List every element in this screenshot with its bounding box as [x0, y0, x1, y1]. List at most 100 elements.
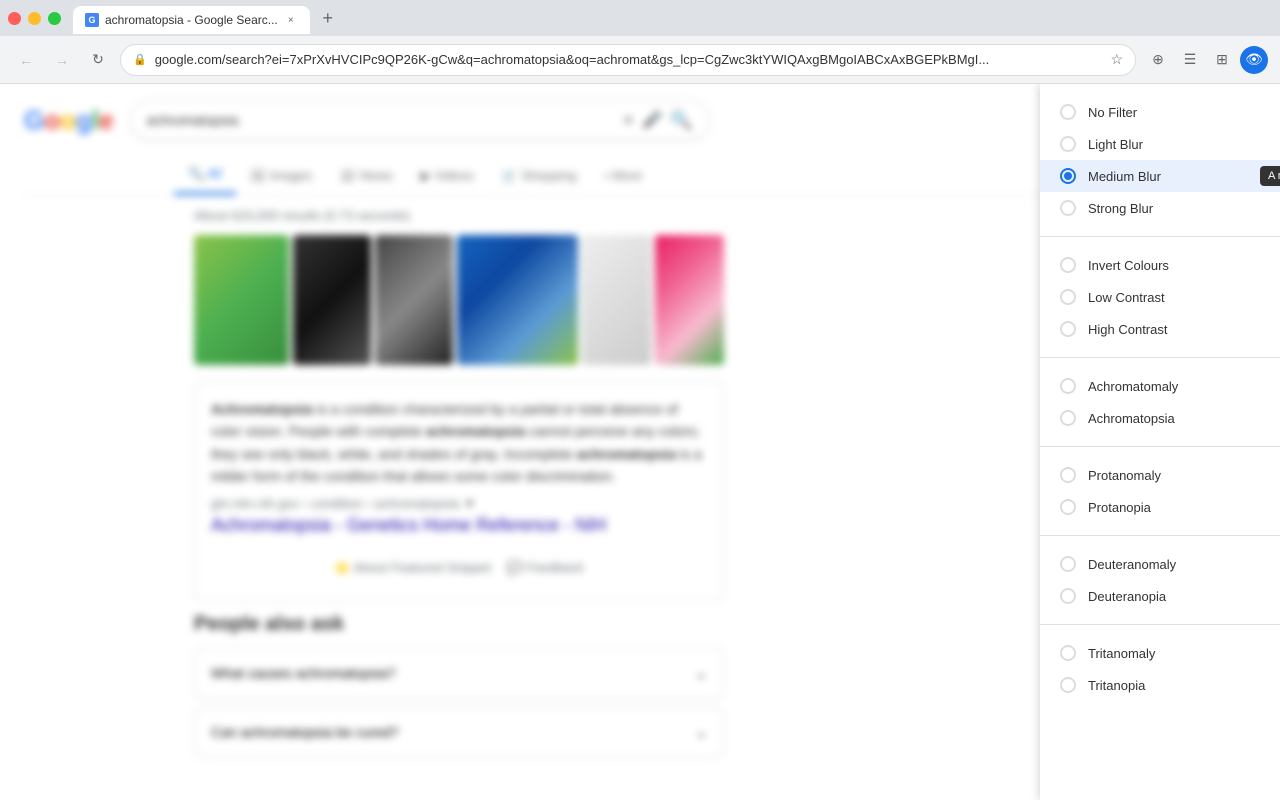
result-image-6	[655, 235, 724, 365]
toolbar-icons: ⊕ ☰ ⊞ 👁	[1144, 46, 1268, 74]
window-frame: G achromatopsia - Google Searc... × + ← …	[0, 0, 1280, 800]
protan-filter-section: Protanomaly Protanopia	[1040, 455, 1280, 527]
filter-radio-no-filter	[1060, 104, 1076, 120]
close-window-button[interactable]	[8, 12, 21, 25]
reload-button[interactable]: ↻	[84, 46, 112, 74]
filter-item-medium-blur[interactable]: Medium Blur A medium blur of	[1040, 160, 1280, 192]
window-controls	[8, 12, 61, 25]
filter-radio-achromatopsia	[1060, 410, 1076, 426]
filter-radio-protanomaly	[1060, 467, 1076, 483]
filter-label-tritanopia: Tritanopia	[1088, 678, 1145, 693]
result-image-2	[293, 235, 371, 365]
filter-item-low-contrast[interactable]: Low Contrast	[1040, 281, 1280, 313]
filter-item-light-blur[interactable]: Light Blur	[1040, 128, 1280, 160]
faq-item-1[interactable]: What causes achromatopsia? ⌄	[194, 648, 724, 699]
filter-radio-tritanomaly	[1060, 645, 1076, 661]
history-icon[interactable]: ☰	[1176, 46, 1204, 74]
maximize-window-button[interactable]	[48, 12, 61, 25]
tab-label: achromatopsia - Google Searc...	[105, 13, 278, 27]
tab-images[interactable]: 🖼 Images	[236, 156, 327, 195]
filter-radio-light-blur	[1060, 136, 1076, 152]
divider-5	[1040, 624, 1280, 625]
filter-item-achromatomaly[interactable]: Achromatomaly	[1040, 370, 1280, 402]
filter-item-high-contrast[interactable]: High Contrast	[1040, 313, 1280, 345]
new-tab-button[interactable]: +	[314, 4, 342, 32]
clear-search-icon[interactable]: ✕	[623, 112, 635, 129]
bookmark-icon[interactable]: ☆	[1110, 51, 1123, 68]
tab-more[interactable]: • More	[590, 156, 656, 195]
minimize-window-button[interactable]	[28, 12, 41, 25]
filter-radio-deuteranopia	[1060, 588, 1076, 604]
tritan-filter-section: Tritanomaly Tritanopia	[1040, 633, 1280, 705]
faq-question-2: Can achromatopsia be cured?	[211, 724, 399, 740]
google-logo: Google	[24, 105, 114, 136]
divider-4	[1040, 535, 1280, 536]
result-url: ghr.nlm.nih.gov › condition › achromatop…	[211, 496, 707, 511]
result-description: Achromatopsia is a condition characteriz…	[211, 398, 707, 488]
filter-item-protanopia[interactable]: Protanopia	[1040, 491, 1280, 523]
divider-3	[1040, 446, 1280, 447]
feedback-link[interactable]: 💬 Feedback	[507, 560, 584, 576]
tab-news[interactable]: 📰 News	[326, 156, 406, 195]
back-button[interactable]: ←	[12, 46, 40, 74]
filter-radio-tritanopia	[1060, 677, 1076, 693]
filter-label-protanomaly: Protanomaly	[1088, 468, 1161, 483]
tab-close-button[interactable]: ×	[284, 13, 298, 27]
search-result: Achromatopsia is a condition characteriz…	[24, 235, 724, 758]
filter-label-deuteranomaly: Deuteranomaly	[1088, 557, 1176, 572]
tab-bar: G achromatopsia - Google Searc... × +	[73, 0, 1272, 36]
search-query-text: achromatopsia	[147, 112, 615, 128]
filter-item-strong-blur[interactable]: Strong Blur	[1040, 192, 1280, 224]
tab-favicon: G	[85, 13, 99, 27]
filter-label-protanopia: Protanopia	[1088, 500, 1151, 515]
filter-item-invert-colours[interactable]: Invert Colours	[1040, 249, 1280, 281]
extensions-icon[interactable]: ⊕	[1144, 46, 1172, 74]
filter-item-achromatopsia[interactable]: Achromatopsia	[1040, 402, 1280, 434]
filter-radio-high-contrast	[1060, 321, 1076, 337]
forward-button[interactable]: →	[48, 46, 76, 74]
filter-panel: No Filter Light Blur Medium Blur A mediu…	[1040, 84, 1280, 800]
tab-all[interactable]: 🔍 All	[174, 156, 236, 195]
snippet-footer: ⭐ About Featured Snippet 💬 Feedback	[211, 552, 707, 584]
result-image-5	[582, 235, 651, 365]
contrast-filter-section: Invert Colours Low Contrast High Contras…	[1040, 245, 1280, 349]
vision-simulator-button[interactable]: 👁	[1240, 46, 1268, 74]
filter-radio-strong-blur	[1060, 200, 1076, 216]
filter-label-light-blur: Light Blur	[1088, 137, 1143, 152]
result-image-1	[194, 235, 289, 365]
filter-radio-deuteranomaly	[1060, 556, 1076, 572]
filter-item-protanomaly[interactable]: Protanomaly	[1040, 459, 1280, 491]
faq-chevron-1: ⌄	[695, 665, 707, 682]
about-snippet-link[interactable]: ⭐ About Featured Snippet	[334, 560, 490, 576]
url-text: google.com/search?ei=7xPrXvHVCIPc9QP26K-…	[155, 52, 1103, 67]
featured-snippet: Achromatopsia is a condition characteriz…	[194, 381, 724, 601]
filter-item-no-filter[interactable]: No Filter	[1040, 96, 1280, 128]
image-results	[194, 235, 724, 365]
filter-radio-achromatomaly	[1060, 378, 1076, 394]
filter-label-achromatopsia: Achromatopsia	[1088, 411, 1175, 426]
filter-item-deuteranopia[interactable]: Deuteranopia	[1040, 580, 1280, 612]
filter-item-tritanopia[interactable]: Tritanopia	[1040, 669, 1280, 701]
google-search-bar[interactable]: achromatopsia ✕ 🎤 🔍	[130, 100, 710, 140]
result-link[interactable]: Achromatopsia - Genetics Home Reference …	[211, 515, 707, 536]
filter-label-tritanomaly: Tritanomaly	[1088, 646, 1155, 661]
apps-icon[interactable]: ⊞	[1208, 46, 1236, 74]
result-image-3	[375, 235, 453, 365]
tab-shopping[interactable]: 🛒 Shopping	[488, 156, 591, 195]
divider-2	[1040, 357, 1280, 358]
filter-label-low-contrast: Low Contrast	[1088, 290, 1165, 305]
filter-label-no-filter: No Filter	[1088, 105, 1137, 120]
tab-videos[interactable]: ▶ Videos	[407, 156, 488, 195]
faq-item-2[interactable]: Can achromatopsia be cured? ⌄	[194, 707, 724, 758]
title-bar: G achromatopsia - Google Searc... × +	[0, 0, 1280, 36]
search-submit-icon[interactable]: 🔍	[670, 110, 692, 131]
voice-search-icon[interactable]: 🎤	[642, 110, 662, 130]
filter-radio-protanopia	[1060, 499, 1076, 515]
filter-item-deuteranomaly[interactable]: Deuteranomaly	[1040, 548, 1280, 580]
url-bar[interactable]: 🔒 google.com/search?ei=7xPrXvHVCIPc9QP26…	[120, 44, 1136, 76]
medium-blur-tooltip: A medium blur of	[1260, 166, 1280, 186]
lock-icon: 🔒	[133, 53, 147, 66]
filter-item-tritanomaly[interactable]: Tritanomaly	[1040, 637, 1280, 669]
result-image-4	[457, 235, 578, 365]
browser-tab[interactable]: G achromatopsia - Google Searc... ×	[73, 6, 310, 34]
